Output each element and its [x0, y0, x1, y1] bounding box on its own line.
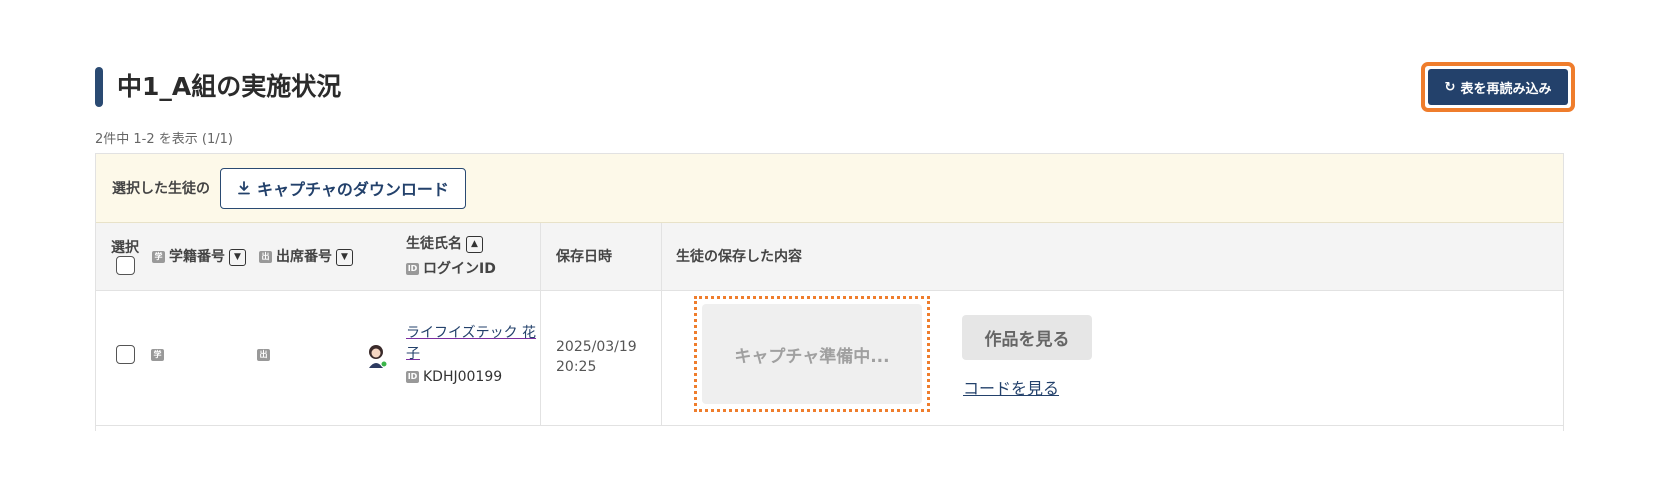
id-icon: ID	[406, 263, 419, 275]
column-header-attendance-number: 出出席番号 ▼	[259, 246, 353, 266]
column-header-login-id: ID ログインID	[406, 258, 496, 278]
column-divider	[661, 223, 662, 290]
table-header: 選択 学学籍番号 ▼ 出出席番号 ▼ 生徒氏名 ▲ ID ログインID 保存日時 生徒の…	[96, 223, 1563, 291]
sort-student-number-button[interactable]: ▼	[229, 248, 246, 266]
column-header-student-number: 学学籍番号 ▼	[152, 246, 246, 266]
sort-attendance-number-button[interactable]: ▼	[336, 248, 353, 266]
column-divider	[540, 291, 541, 425]
download-icon	[238, 181, 250, 195]
bulk-action-bar: 選択した生徒の キャプチャのダウンロード	[96, 154, 1563, 223]
title-accent-bar	[95, 67, 103, 107]
student-number-icon: 学	[151, 349, 164, 361]
reload-button-highlight: ↻ 表を再読み込み	[1421, 62, 1575, 112]
row-select-checkbox[interactable]	[116, 345, 135, 364]
download-button-label: キャプチャのダウンロード	[257, 180, 449, 199]
page-title: 中1_A組の実施状況	[117, 72, 342, 101]
view-work-button[interactable]: 作品を見る	[962, 315, 1092, 360]
student-number-label: 学籍番号	[169, 249, 225, 265]
login-id-value: KDHJ00199	[423, 369, 503, 385]
login-id: ID KDHJ00199	[406, 369, 502, 385]
column-header-saved-content: 生徒の保存した内容	[676, 249, 802, 265]
saved-time: 20:25	[556, 359, 597, 375]
column-header-select: 選択	[111, 240, 139, 256]
reload-table-button[interactable]: ↻ 表を再読み込み	[1428, 69, 1568, 105]
login-id-label: ログインID	[423, 261, 496, 277]
bulk-action-label: 選択した生徒の	[112, 181, 210, 197]
view-code-link[interactable]: コードを見る	[963, 375, 1059, 399]
column-divider	[661, 291, 662, 425]
column-divider	[540, 223, 541, 290]
student-name-link[interactable]: ライフイズテック 花 子	[406, 323, 536, 365]
student-number-icon: 学	[152, 251, 165, 263]
column-header-saved-at: 保存日時	[556, 249, 612, 265]
column-header-student-name: 生徒氏名 ▲	[406, 233, 483, 253]
saved-datetime: 2025/03/19 20:25	[556, 337, 637, 377]
saved-date: 2025/03/19	[556, 339, 637, 355]
attendance-number-label: 出席番号	[276, 249, 332, 265]
capture-preview-highlight: キャプチャ準備中...	[694, 296, 930, 412]
attendance-number-icon: 出	[257, 349, 270, 361]
id-icon: ID	[406, 371, 419, 383]
student-avatar	[369, 345, 388, 368]
student-name-label: 生徒氏名	[406, 236, 462, 252]
student-name-line2[interactable]: 子	[406, 344, 536, 365]
capture-preview[interactable]: キャプチャ準備中...	[702, 304, 922, 404]
select-all-checkbox[interactable]	[116, 256, 135, 275]
reload-icon: ↻	[1444, 79, 1456, 95]
table-row: 学 出 ライフイズテック 花 子 ID KDHJ00199 2025/03/19 …	[96, 291, 1563, 426]
result-count: 2件中 1-2 を表示 (1/1)	[95, 132, 233, 147]
status-table: 選択した生徒の キャプチャのダウンロード 選択 学学籍番号 ▼ 出出席番号 ▼ 生徒…	[95, 153, 1564, 431]
sort-student-name-button[interactable]: ▲	[466, 235, 483, 253]
attendance-number-icon: 出	[259, 251, 272, 263]
reload-button-label: 表を再読み込み	[1460, 81, 1552, 97]
student-name-line1[interactable]: ライフイズテック 花	[406, 323, 536, 344]
download-captures-button[interactable]: キャプチャのダウンロード	[220, 167, 466, 209]
